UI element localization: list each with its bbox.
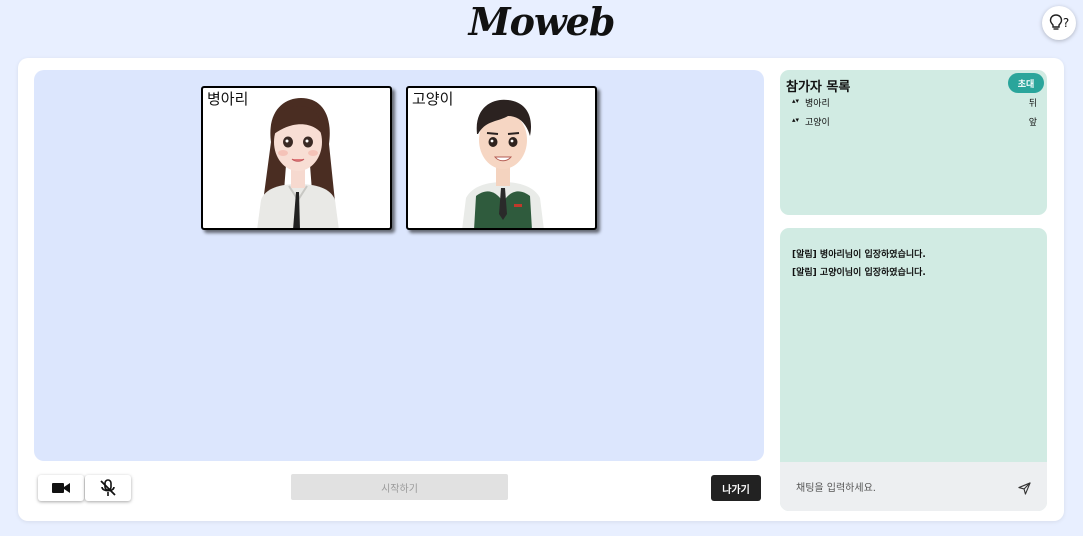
app-logo: Moweb	[468, 0, 616, 44]
participant-name: 병아리	[805, 99, 830, 109]
participant-name: 고양이	[805, 118, 830, 128]
control-bar: 시작하기 나가기	[36, 473, 766, 503]
video-tile-name: 고양이	[412, 90, 454, 108]
invite-button[interactable]: 초대	[1008, 73, 1044, 93]
send-icon	[1017, 481, 1031, 495]
start-button[interactable]: 시작하기	[291, 474, 508, 500]
video-stage: 병아리 고양이	[34, 70, 764, 461]
participant-tag: 앞	[1028, 118, 1037, 128]
chat-message: [알림] 병아리님이 입장하였습니다.	[792, 250, 926, 260]
mic-off-icon	[100, 479, 116, 496]
hint-button[interactable]: ?	[1042, 6, 1076, 40]
send-button[interactable]	[1016, 480, 1032, 496]
chat-message: [알림] 고양이님이 입장하였습니다.	[792, 268, 926, 278]
avatar-girl	[257, 98, 339, 228]
video-camera-icon	[52, 483, 70, 493]
participant-panel-title: 참가자 목록	[786, 80, 851, 95]
participant-panel: 참가자 목록 초대 ▴▾ 병아리 뒤 ▴▾ 고양이 앞	[780, 70, 1047, 215]
hint-label: ?	[1062, 16, 1070, 30]
sort-arrows-icon: ▴▾	[792, 97, 800, 105]
video-tile: 병아리	[201, 86, 392, 230]
mic-toggle-button[interactable]	[85, 475, 131, 501]
video-tile-name: 병아리	[207, 90, 249, 108]
camera-toggle-button[interactable]	[38, 475, 84, 501]
lightbulb-icon	[1049, 14, 1063, 30]
participant-item[interactable]: ▴▾ 고양이 앞	[792, 114, 1037, 130]
chat-input-bar	[780, 462, 1047, 511]
sort-arrows-icon: ▴▾	[792, 116, 800, 124]
avatar-boy	[462, 99, 544, 228]
chat-panel: [알림] 병아리님이 입장하였습니다. [알림] 고양이님이 입장하였습니다.	[780, 228, 1047, 511]
participant-item[interactable]: ▴▾ 병아리 뒤	[792, 95, 1037, 111]
main-card: 병아리 고양이 시작하기 나가기 참가자 목록 초대 ▴▾ 병아리 뒤 ▴▾ 고…	[18, 58, 1064, 521]
video-tile: 고양이	[406, 86, 597, 230]
chat-input[interactable]	[796, 480, 1006, 496]
participant-tag: 뒤	[1028, 99, 1037, 109]
leave-button[interactable]: 나가기	[711, 475, 761, 501]
